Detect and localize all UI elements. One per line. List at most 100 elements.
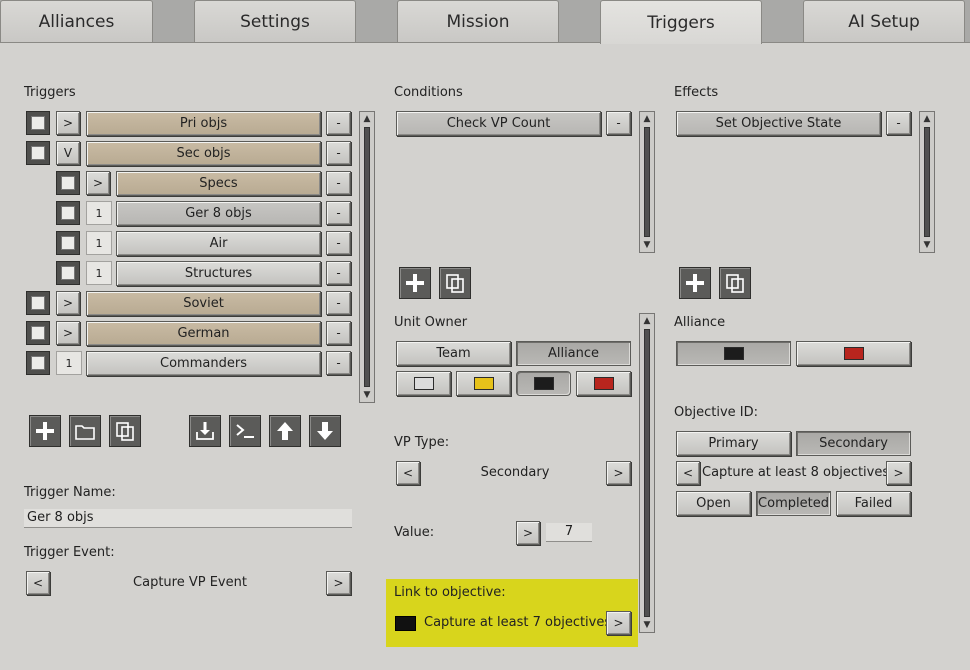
trigger-event-next-button[interactable]: > <box>326 571 351 595</box>
owner-color-white[interactable] <box>396 371 451 396</box>
value-input[interactable]: 7 <box>546 523 592 542</box>
trigger-item-german[interactable]: German <box>86 321 321 346</box>
effect-remove-button[interactable]: - <box>886 111 911 135</box>
vp-type-prev-button[interactable]: < <box>396 461 420 485</box>
objective-tab-secondary[interactable]: Secondary <box>796 431 911 456</box>
trigger-count-badge: 1 <box>56 351 82 375</box>
triggers-scrollbar[interactable]: ▲ ▼ <box>359 111 375 403</box>
effect-item-set-objective-state[interactable]: Set Objective State <box>676 111 881 136</box>
owner-color-black[interactable] <box>516 371 571 396</box>
link-objective-color-swatch <box>395 616 416 631</box>
owner-color-red[interactable] <box>576 371 631 396</box>
trigger-item-air[interactable]: Air <box>116 231 321 256</box>
trigger-checkbox[interactable] <box>56 201 80 225</box>
alliance-color-black[interactable] <box>676 341 791 366</box>
console-trigger-button[interactable] <box>229 415 261 447</box>
conditions-scrollbar[interactable]: ▲ ▼ <box>639 111 655 253</box>
link-objective-next-button[interactable]: > <box>606 611 631 635</box>
trigger-expander-button[interactable]: V <box>56 141 80 165</box>
link-to-objective-label: Link to objective: <box>394 585 506 600</box>
state-open-button[interactable]: Open <box>676 491 751 516</box>
trigger-remove-button[interactable]: - <box>326 231 351 255</box>
trigger-checkbox[interactable] <box>56 231 80 255</box>
effects-section-label: Effects <box>674 85 719 100</box>
trigger-remove-button[interactable]: - <box>326 291 351 315</box>
vp-type-value: Secondary <box>480 465 550 480</box>
state-failed-button[interactable]: Failed <box>836 491 911 516</box>
trigger-expander-button[interactable]: > <box>86 171 110 195</box>
copy-effect-button[interactable] <box>719 267 751 299</box>
tab-ai-setup[interactable]: AI Setup <box>803 0 965 42</box>
scroll-up-icon[interactable]: ▲ <box>361 113 373 125</box>
trigger-remove-button[interactable]: - <box>326 351 351 375</box>
scroll-down-icon[interactable]: ▼ <box>921 239 933 251</box>
copy-condition-button[interactable] <box>439 267 471 299</box>
move-down-button[interactable] <box>309 415 341 447</box>
copy-trigger-button[interactable] <box>109 415 141 447</box>
trigger-name-input[interactable]: Ger 8 objs <box>24 509 352 528</box>
scroll-up-icon[interactable]: ▲ <box>641 315 653 327</box>
trigger-remove-button[interactable]: - <box>326 321 351 345</box>
trigger-checkbox[interactable] <box>56 171 80 195</box>
trigger-count-badge: 1 <box>86 261 112 285</box>
add-folder-button[interactable] <box>69 415 101 447</box>
trigger-remove-button[interactable]: - <box>326 111 351 135</box>
scroll-up-icon[interactable]: ▲ <box>921 113 933 125</box>
state-completed-button[interactable]: Completed <box>756 491 831 516</box>
trigger-remove-button[interactable]: - <box>326 261 351 285</box>
trigger-checkbox[interactable] <box>26 321 50 345</box>
alliance-color-red[interactable] <box>796 341 911 366</box>
tab-mission[interactable]: Mission <box>397 0 559 42</box>
owner-tab-alliance[interactable]: Alliance <box>516 341 631 366</box>
conditions-section-label: Conditions <box>394 85 463 100</box>
owner-color-yellow[interactable] <box>456 371 511 396</box>
add-condition-button[interactable] <box>399 267 431 299</box>
import-trigger-button[interactable] <box>189 415 221 447</box>
condition-remove-button[interactable]: - <box>606 111 631 135</box>
trigger-item-commanders[interactable]: Commanders <box>86 351 321 376</box>
trigger-remove-button[interactable]: - <box>326 201 351 225</box>
trigger-event-prev-button[interactable]: < <box>26 571 50 595</box>
trigger-expander-button[interactable]: > <box>56 111 80 135</box>
add-effect-button[interactable] <box>679 267 711 299</box>
effects-scrollbar[interactable]: ▲ ▼ <box>919 111 935 253</box>
plus-icon <box>36 422 54 440</box>
value-arrow-button[interactable]: > <box>516 521 540 545</box>
tab-triggers[interactable]: Triggers <box>600 0 762 44</box>
trigger-checkbox[interactable] <box>26 351 50 375</box>
trigger-remove-button[interactable]: - <box>326 141 351 165</box>
trigger-expander-button[interactable]: > <box>56 291 80 315</box>
trigger-item-soviet[interactable]: Soviet <box>86 291 321 316</box>
trigger-expander-button[interactable]: > <box>56 321 80 345</box>
trigger-checkbox[interactable] <box>26 141 50 165</box>
objective-prev-button[interactable]: < <box>676 461 700 485</box>
trigger-event-value: Capture VP Event <box>133 575 247 590</box>
vp-type-next-button[interactable]: > <box>606 461 631 485</box>
triggers-panel: Triggers > Pri objs - V Sec objs - > Spe… <box>0 42 970 670</box>
trigger-remove-button[interactable]: - <box>326 171 351 195</box>
trigger-checkbox[interactable] <box>56 261 80 285</box>
tab-settings[interactable]: Settings <box>194 0 356 42</box>
objective-next-button[interactable]: > <box>886 461 911 485</box>
condition-details-scrollbar[interactable]: ▲ ▼ <box>639 313 655 633</box>
trigger-checkbox[interactable] <box>26 291 50 315</box>
condition-item-check-vp-count[interactable]: Check VP Count <box>396 111 601 136</box>
move-up-button[interactable] <box>269 415 301 447</box>
trigger-item-pri-objs[interactable]: Pri objs <box>86 111 321 136</box>
tab-alliances[interactable]: Alliances <box>0 0 153 42</box>
trigger-item-structures[interactable]: Structures <box>116 261 321 286</box>
trigger-name-label: Trigger Name: <box>24 485 116 500</box>
scroll-up-icon[interactable]: ▲ <box>641 113 653 125</box>
add-trigger-button[interactable] <box>29 415 61 447</box>
objective-tab-primary[interactable]: Primary <box>676 431 791 456</box>
scroll-down-icon[interactable]: ▼ <box>641 619 653 631</box>
link-objective-value: Capture at least 7 objectives <box>424 615 612 630</box>
scroll-down-icon[interactable]: ▼ <box>641 239 653 251</box>
trigger-item-specs[interactable]: Specs <box>116 171 321 196</box>
trigger-item-ger-8-objs[interactable]: Ger 8 objs <box>116 201 321 226</box>
triggers-section-label: Triggers <box>24 85 76 100</box>
owner-tab-team[interactable]: Team <box>396 341 511 366</box>
scroll-down-icon[interactable]: ▼ <box>361 389 373 401</box>
trigger-checkbox[interactable] <box>26 111 50 135</box>
trigger-item-sec-objs[interactable]: Sec objs <box>86 141 321 166</box>
